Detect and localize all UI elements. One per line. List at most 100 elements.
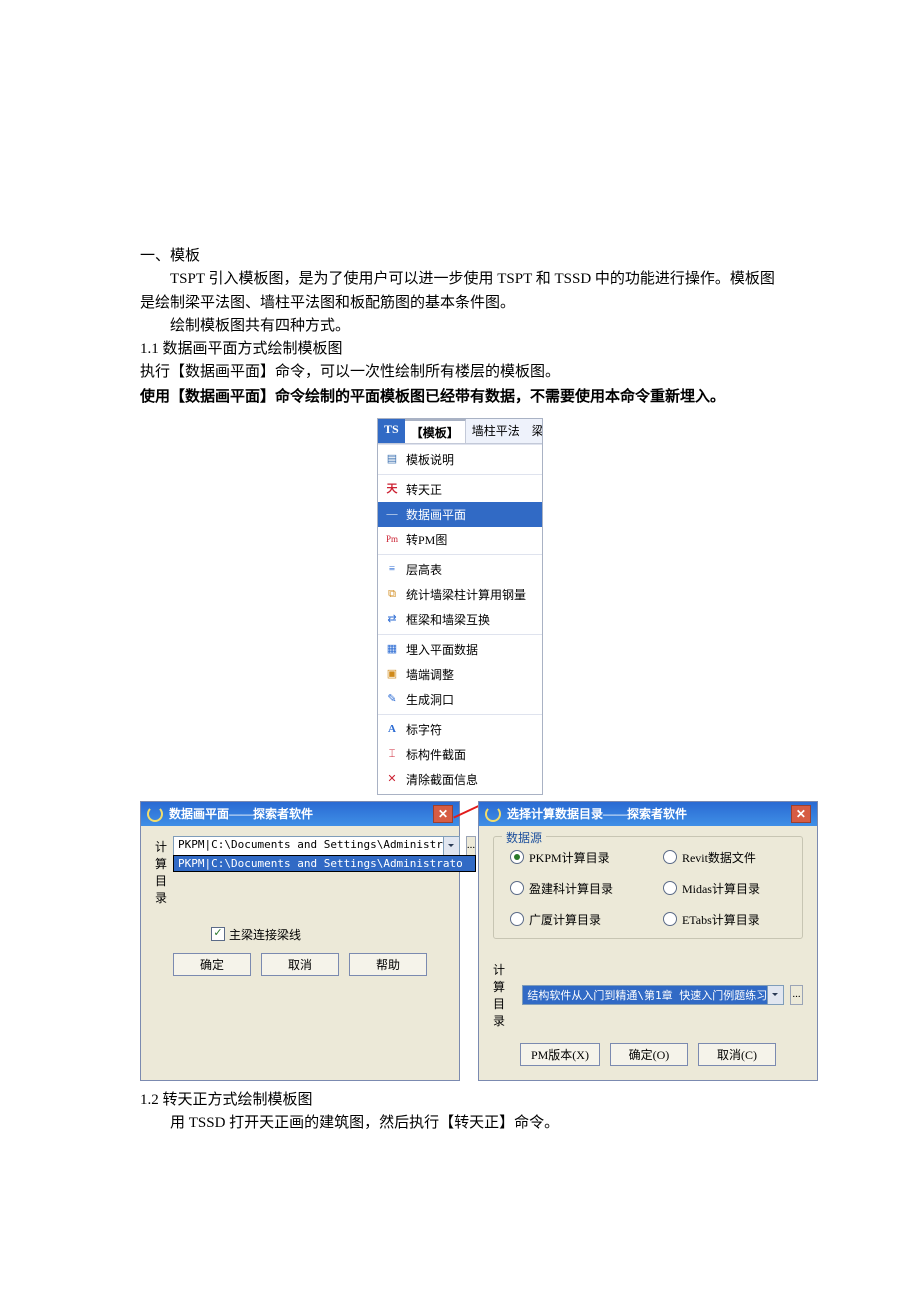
compute-dir-option[interactable]: PKPM|C:\Documents and Settings\Administr… — [174, 856, 475, 871]
menu-label-char[interactable]: A 标字符 — [378, 717, 542, 742]
radio-label: 广厦计算目录 — [529, 911, 601, 928]
dialog-titlebar: 数据画平面——探索者软件 ✕ — [141, 802, 459, 826]
radio-label: ETabs计算目录 — [682, 911, 760, 928]
menu-level-table[interactable]: ≡ 层高表 — [378, 557, 542, 582]
close-button[interactable]: ✕ — [433, 805, 453, 823]
radio-yjk[interactable]: 盈建科计算目录 — [510, 880, 633, 897]
menu-to-pm[interactable]: Pm 转PM图 — [378, 527, 542, 552]
group-legend: 数据源 — [502, 829, 546, 846]
swap-icon: ⇄ — [384, 612, 400, 626]
menu-clear-section[interactable]: ✕ 清除截面信息 — [378, 767, 542, 792]
help-button[interactable]: 帮助 — [349, 953, 427, 976]
checkbox-label: 主梁连接梁线 — [229, 926, 301, 943]
section-1-1-line2: 使用【数据画平面】命令绘制的平面模板图已经带有数据，不需要使用本命令重新埋入。 — [140, 385, 780, 408]
radio-icon — [663, 850, 677, 864]
compute-dir-label: 计算目录 — [493, 961, 516, 1029]
cancel-button[interactable]: 取消(C) — [698, 1043, 776, 1066]
clear-icon: ✕ — [384, 772, 400, 786]
toolbar-ts-badge: TS — [378, 419, 405, 443]
menu-item-label: 墙端调整 — [406, 666, 454, 683]
checkbox-icon: ✓ — [211, 927, 225, 941]
compute-dir-label: 计算目录 — [155, 836, 167, 906]
menu-label-section[interactable]: ⌶ 标构件截面 — [378, 742, 542, 767]
radio-icon — [510, 912, 524, 926]
section-1-1-title: 1.1 数据画平面方式绘制模板图 — [140, 338, 780, 361]
menu-item-label: 生成洞口 — [406, 691, 454, 708]
dialog-title: 选择计算数据目录——探索者软件 — [507, 805, 687, 822]
opening-icon: ✎ — [384, 692, 400, 706]
compute-dir-value: PKPM|C:\Documents and Settings\Administr — [174, 837, 459, 851]
heading-1: 一、模板 — [140, 245, 780, 268]
menu-item-label: 框梁和墙梁互换 — [406, 611, 490, 628]
toolbar-tab-template[interactable]: 【模板】 — [405, 419, 466, 443]
dialog-title: 数据画平面——探索者软件 — [169, 805, 313, 822]
wall-icon: ▣ — [384, 667, 400, 681]
menu-item-label: 转PM图 — [406, 531, 447, 548]
ok-button[interactable]: 确定(O) — [610, 1043, 688, 1066]
radio-label: 盈建科计算目录 — [529, 880, 613, 897]
pm-icon: Pm — [384, 532, 400, 546]
bury-icon: ▦ — [384, 642, 400, 656]
toolbar-menu: TS 【模板】 墙柱平法 梁平法 ▤ 模板说明 天 转天正 — 数据画平面 — [377, 418, 543, 795]
menu-data-plane[interactable]: — 数据画平面 — [378, 502, 542, 527]
compute-dir-combo[interactable]: PKPM|C:\Documents and Settings\Administr… — [173, 836, 460, 856]
menu-item-label: 模板说明 — [406, 451, 454, 468]
cancel-button[interactable]: 取消 — [261, 953, 339, 976]
radio-label: PKPM计算目录 — [529, 849, 610, 866]
radio-label: Revit数据文件 — [682, 849, 756, 866]
menu-item-label: 转天正 — [406, 481, 442, 498]
browse-button[interactable]: ... — [466, 836, 476, 856]
menu-bury-data[interactable]: ▦ 埋入平面数据 — [378, 637, 542, 662]
data-source-group: 数据源 PKPM计算目录 Revit数据文件 盈建科计算目录 Midas计算目录… — [493, 836, 803, 939]
menu-item-label: 层高表 — [406, 561, 442, 578]
menu-gen-opening[interactable]: ✎ 生成洞口 — [378, 687, 542, 712]
radio-pkpm[interactable]: PKPM计算目录 — [510, 849, 633, 866]
ok-button[interactable]: 确定 — [173, 953, 251, 976]
section-1-1-line1: 执行【数据画平面】命令，可以一次性绘制所有楼层的模板图。 — [140, 361, 780, 384]
char-icon: A — [384, 722, 400, 736]
stats-icon: ⧉ — [384, 587, 400, 601]
para-four-ways: 绘制模板图共有四种方式。 — [140, 315, 780, 338]
dialog-app-icon — [485, 806, 501, 822]
radio-etabs[interactable]: ETabs计算目录 — [663, 911, 786, 928]
menu-to-tz[interactable]: 天 转天正 — [378, 477, 542, 502]
chevron-down-icon[interactable] — [443, 837, 459, 855]
radio-gsha[interactable]: 广厦计算目录 — [510, 911, 633, 928]
toolbar-tab-wallcol[interactable]: 墙柱平法 — [466, 419, 526, 443]
menu-item-label: 清除截面信息 — [406, 771, 478, 788]
radio-icon — [510, 881, 524, 895]
radio-icon — [510, 850, 524, 864]
chevron-down-icon[interactable] — [767, 986, 783, 1004]
radio-midas[interactable]: Midas计算目录 — [663, 880, 786, 897]
radio-label: Midas计算目录 — [682, 880, 760, 897]
menu-item-label: 统计墙梁柱计算用钢量 — [406, 586, 526, 603]
menu-wall-adjust[interactable]: ▣ 墙端调整 — [378, 662, 542, 687]
data-plane-icon: — — [384, 507, 400, 521]
close-button[interactable]: ✕ — [791, 805, 811, 823]
browse-button[interactable]: ... — [790, 985, 803, 1005]
menu-item-label: 数据画平面 — [406, 506, 466, 523]
compute-dir-combo[interactable]: 结构软件从入门到精通\第1章 快速入门例题练习 — [522, 985, 784, 1005]
radio-icon — [663, 912, 677, 926]
section-1-2-title: 1.2 转天正方式绘制模板图 — [140, 1089, 780, 1112]
menu-beam-swap[interactable]: ⇄ 框梁和墙梁互换 — [378, 607, 542, 632]
compute-dir-value: 结构软件从入门到精通\第1章 快速入门例题练习 — [523, 986, 783, 1004]
menu-steel-stats[interactable]: ⧉ 统计墙梁柱计算用钢量 — [378, 582, 542, 607]
pm-version-button[interactable]: PM版本(X) — [520, 1043, 600, 1066]
toolbar-tab-beam[interactable]: 梁平法 — [526, 419, 542, 443]
dialog-app-icon — [147, 806, 163, 822]
info-icon: ▤ — [384, 452, 400, 466]
menu-item-label: 标字符 — [406, 721, 442, 738]
radio-revit[interactable]: Revit数据文件 — [663, 849, 786, 866]
compute-dir-dropdown: PKPM|C:\Documents and Settings\Administr… — [173, 855, 476, 872]
main-beam-checkbox[interactable]: ✓ 主梁连接梁线 — [211, 926, 445, 943]
data-plane-dialog: 数据画平面——探索者软件 ✕ 计算目录 PKPM|C:\Documents an… — [140, 801, 460, 1081]
section-icon: ⌶ — [384, 747, 400, 761]
tz-icon: 天 — [384, 482, 400, 496]
menu-item-label: 标构件截面 — [406, 746, 466, 763]
radio-icon — [663, 881, 677, 895]
menu-template-info[interactable]: ▤ 模板说明 — [378, 447, 542, 472]
para-intro: TSPT 引入模板图，是为了使用户可以进一步使用 TSPT 和 TSSD 中的功… — [140, 268, 780, 315]
menu-item-label: 埋入平面数据 — [406, 641, 478, 658]
toolbar-tabs: TS 【模板】 墙柱平法 梁平法 — [378, 419, 542, 444]
